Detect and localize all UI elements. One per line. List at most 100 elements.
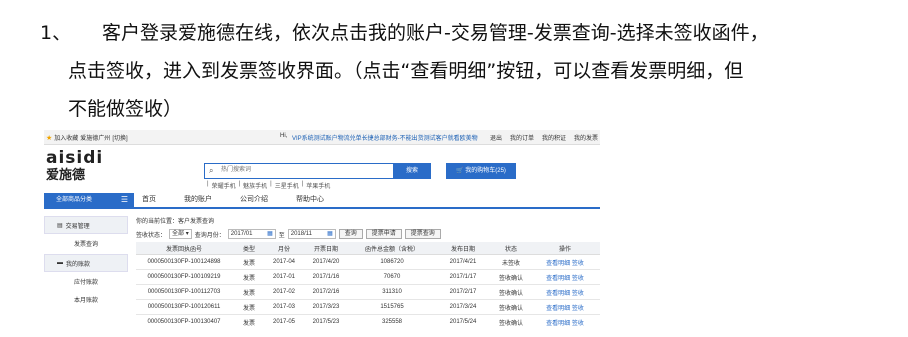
top-links: 退出 我的订单 我的积证 我的发票 [490, 133, 598, 142]
month-from-input[interactable]: 2017/01 ▦ [227, 229, 276, 239]
month-to-input[interactable]: 2018/11 ▦ [287, 229, 336, 239]
account-notice: VIP系统测试账户物流兑单长捷总部财务-不能出货测试客户就看欧美物 [292, 136, 478, 142]
table-cell: 311310 [350, 284, 434, 300]
nav-home[interactable]: 首页 [142, 193, 156, 207]
table-row: 0000500130FP-100130407 发票 2017-05 2017/5/23… [136, 314, 600, 326]
my-points-link[interactable]: 我的积证 [542, 133, 566, 142]
all-categories-button[interactable]: 全部商品分类 ☰ [44, 193, 134, 207]
sidebar-item-invoice-query[interactable]: 发票查询 [44, 236, 128, 254]
table-cell: 1086720 [350, 254, 434, 270]
my-orders-link[interactable]: 我的订单 [510, 133, 534, 142]
calendar-icon: ▦ [327, 231, 333, 237]
search-box: ⌕ [204, 163, 394, 179]
status-label: 签收状态： [136, 232, 167, 239]
column-header: 开票日期 [302, 242, 350, 255]
sidebar-group-label: 交易管理 [65, 223, 90, 230]
calendar-icon: ▦ [267, 231, 273, 237]
instruction-line-1: 1、 客户登录爱施德在线，依次点击我的账户-交易管理-发票查询-选择未签收函件， [40, 14, 900, 52]
switch-region-link[interactable]: [切换] [112, 133, 127, 142]
table-header: 发票回执函号 类型 月份 开票日期 函件总金额（含税） 发布日期 状态 操作 [136, 242, 600, 255]
nav-about[interactable]: 公司介绍 [240, 193, 268, 207]
hot-link[interactable]: 魅族手机 [243, 181, 267, 190]
table-cell: 0000500130FP-100120611 [136, 299, 232, 315]
table-cell: 1515765 [350, 299, 434, 315]
star-icon: ★ [46, 134, 53, 142]
logout-link[interactable]: 退出 [490, 133, 502, 142]
embedded-screenshot: ★ 加入收藏 爱施德广州 [切换] Hi, VIP系统测试账户物流兑单长捷总部财… [44, 130, 600, 326]
sidebar-item-monthly[interactable]: 本月账款 [44, 292, 128, 310]
search-button[interactable]: 搜索 [393, 163, 431, 179]
column-header: 发票回执函号 [136, 242, 232, 255]
column-header: 发布日期 [434, 242, 492, 255]
my-invoices-link[interactable]: 我的发票 [574, 133, 598, 142]
apply-button[interactable]: 提票申请 [365, 229, 402, 239]
table-row: 0000500130FP-100124898 发票 2017-04 2017/4/20… [136, 254, 600, 270]
table-cell: 2017-01 [266, 269, 302, 285]
column-header: 状态 [492, 242, 530, 255]
logo-text-cn: 爱施德 [46, 167, 86, 182]
main-nav: 全部商品分类 ☰ 首页 我的账户 公司介绍 帮助中心 [44, 193, 600, 209]
top-bar-left: ★ 加入收藏 爱施德广州 [切换] [46, 133, 128, 143]
invoice-table: 发票回执函号 类型 月份 开票日期 函件总金额（含税） 发布日期 状态 操作 00005001… [136, 242, 600, 326]
table-cell: 签收确认 [492, 284, 530, 300]
table-row: 0000500130FP-100120611 发票 2017-03 2017/3/23… [136, 299, 600, 315]
column-header: 月份 [266, 242, 302, 255]
table-cell: 2017/4/20 [302, 254, 350, 270]
table-cell: 2017/2/17 [434, 284, 492, 300]
row-actions[interactable]: 查看明细 签收 [530, 314, 600, 326]
row-actions[interactable]: 查看明细 签收 [530, 299, 600, 315]
region-label: 爱施德广州 [80, 136, 111, 142]
month-label: 查询月份： [194, 232, 225, 239]
table-cell: 2017/1/16 [302, 269, 350, 285]
logo-text-en: aisidi [46, 148, 104, 168]
nav-my-account[interactable]: 我的账户 [184, 193, 212, 207]
apply-query-button[interactable]: 提票查询 [404, 229, 441, 239]
status-select[interactable]: 全部 ▾ [169, 229, 192, 239]
instruction-text: 1、 客户登录爱施德在线，依次点击我的账户-交易管理-发票查询-选择未签收函件， … [40, 14, 900, 128]
table-cell: 发票 [232, 314, 266, 326]
search-input[interactable] [221, 165, 381, 175]
to-label: 至 [278, 232, 285, 239]
table-cell: 0000500130FP-100109219 [136, 269, 232, 285]
table-cell: 2017/2/16 [302, 284, 350, 300]
hot-search-links: | 荣耀手机 | 魅族手机 | 三星手机 | 苹果手机 [207, 181, 331, 190]
column-header: 操作 [530, 242, 600, 255]
breadcrumb: 你的当前位置：客户发票查询 [136, 219, 215, 225]
table-cell: 2017/5/24 [434, 314, 492, 326]
sidebar-group-accounts[interactable]: ▬ 我的账款 [44, 254, 128, 272]
table-cell: 70670 [350, 269, 434, 285]
accounts-icon: ▬ [57, 260, 63, 266]
column-header: 函件总金额（含税） [350, 242, 434, 255]
row-actions[interactable]: 查看明细 签收 [530, 284, 600, 300]
row-actions[interactable]: 查看明细 签收 [530, 254, 600, 270]
table-cell: 签收确认 [492, 299, 530, 315]
table-cell: 2017/1/17 [434, 269, 492, 285]
filter-bar: 签收状态： 全部 ▾ 查询月份： 2017/01 ▦ 至 2018/11 ▦ 查询 … [136, 229, 600, 239]
table-cell: 2017-05 [266, 314, 302, 326]
row-actions[interactable]: 查看明细 签收 [530, 269, 600, 285]
add-favorite-link[interactable]: 加入收藏 [54, 133, 78, 142]
query-button[interactable]: 查询 [338, 229, 363, 239]
table-cell: 2017-02 [266, 284, 302, 300]
nav-help[interactable]: 帮助中心 [296, 193, 324, 207]
table-cell: 325558 [350, 314, 434, 326]
table-cell: 未签收 [492, 254, 530, 270]
nav-items: 首页 我的账户 公司介绍 帮助中心 [142, 193, 324, 207]
table-cell: 2017-04 [266, 254, 302, 270]
site-logo[interactable]: aisidi 爱施德 [46, 148, 104, 183]
sidebar-group-trade[interactable]: ▤ 交易管理 [44, 216, 128, 234]
menu-icon: ☰ [120, 195, 128, 204]
trade-icon: ▤ [57, 222, 63, 229]
search-icon: ⌕ [209, 166, 214, 175]
top-bar: ★ 加入收藏 爱施德广州 [切换] Hi, VIP系统测试账户物流兑单长捷总部财… [44, 130, 600, 145]
hot-link[interactable]: 荣耀手机 [212, 181, 236, 190]
table-cell: 签收确认 [492, 269, 530, 285]
hot-link[interactable]: 三星手机 [275, 181, 299, 190]
sidebar-item-payables[interactable]: 应付账款 [44, 274, 128, 292]
greeting: Hi, [280, 133, 288, 139]
cart-button[interactable]: 🛒 我的购物车(25) [446, 163, 516, 179]
hot-link[interactable]: 苹果手机 [306, 181, 330, 190]
step-number: 1、 [40, 22, 72, 44]
table-cell: 2017/5/23 [302, 314, 350, 326]
table-cell: 0000500130FP-100124898 [136, 254, 232, 270]
